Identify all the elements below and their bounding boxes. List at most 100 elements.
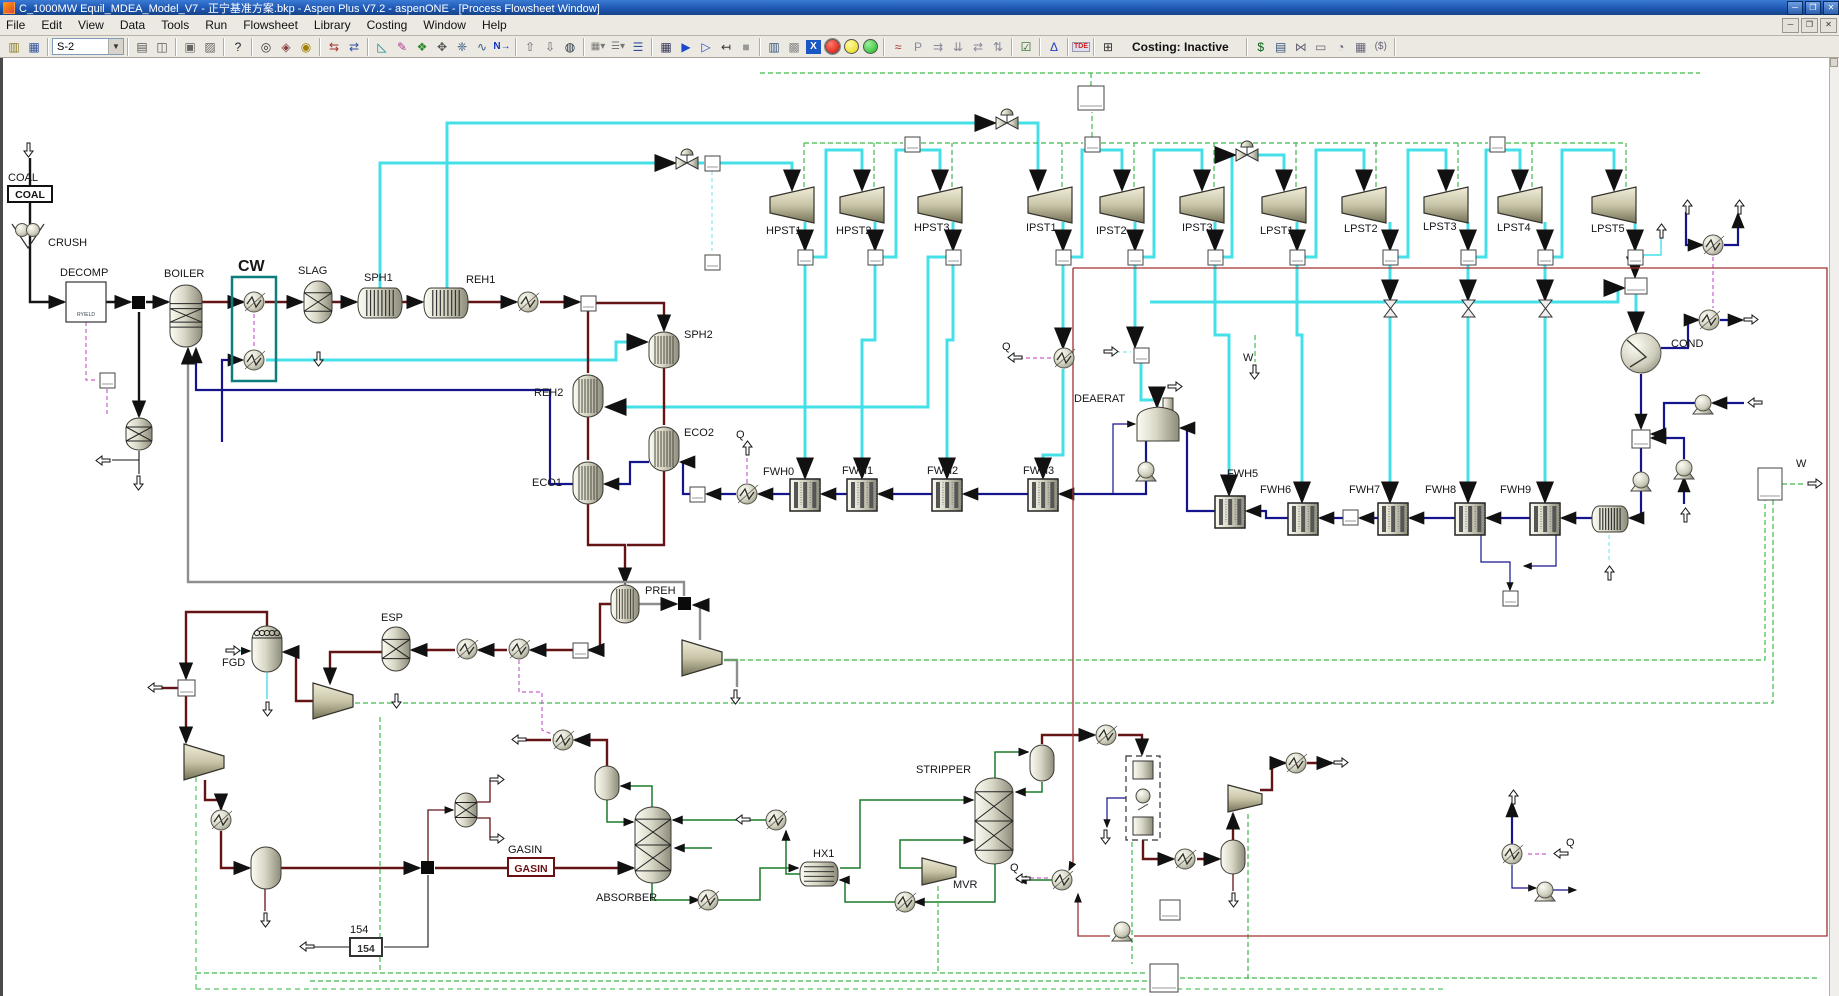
fwh1[interactable]: FWH1 [842,465,877,511]
stop-icon[interactable]: ■ [736,38,756,56]
split-hpst1[interactable] [798,250,813,265]
menu-tools[interactable]: Tools [153,16,197,34]
pump-hotwell[interactable] [1112,922,1132,941]
flowsheet-area[interactable]: COALCOALCRUSHRYIELDDECOMPBOILERCWSLAGSPH… [0,58,1839,996]
paste-icon[interactable]: ▨ [200,38,220,56]
eco2[interactable]: ECO2 [649,427,714,471]
stream-bypass-out-1[interactable] [477,780,490,802]
stream-extr-dea2[interactable] [1141,363,1157,406]
mix-cond-out[interactable] [1632,430,1650,448]
hx-rich[interactable] [698,890,719,910]
print-icon[interactable]: ▤ [132,38,152,56]
q-mvr-arrow[interactable]: Q [1010,862,1030,883]
mix-lpst5[interactable] [1625,278,1647,294]
menu-edit[interactable]: Edit [33,16,70,34]
menu-window[interactable]: Window [415,16,474,34]
close-button[interactable]: ✕ [1823,1,1839,15]
stream-hier-condensate[interactable] [1107,798,1126,827]
hpst2[interactable]: HPST2 [836,187,884,237]
investment-icon[interactable]: ▦ [1351,38,1371,56]
fan-booster[interactable] [184,744,224,780]
split-hpst2[interactable] [868,250,883,265]
stream-air-fan-junc[interactable] [694,605,700,640]
stream-coal-3[interactable] [30,240,64,302]
coal-label[interactable]: COALCOAL [8,172,52,202]
next-input-icon[interactable]: N→ [492,38,512,56]
stream-reflux[interactable] [1016,782,1042,792]
fan-primary-air[interactable] [682,640,722,676]
hx-direct-cooler[interactable] [211,810,232,830]
stream-cw-loop-out[interactable] [1724,214,1738,245]
save-icon[interactable]: ▦ [24,38,44,56]
hpst1[interactable]: HPST1 [766,187,814,237]
menu-file[interactable]: File [0,16,33,34]
split-backpass[interactable] [581,296,596,311]
flowsheet-canvas[interactable]: COALCOALCRUSHRYIELDDECOMPBOILERCWSLAGSPH… [0,58,1839,996]
stream-dea-left-in[interactable] [1113,424,1135,494]
size-icon[interactable]: ▭ [1311,38,1331,56]
print-preview-icon[interactable]: ◫ [152,38,172,56]
hx-reclaim[interactable] [1502,844,1523,864]
down-level-icon[interactable]: ⇩ [540,38,560,56]
stream-fg-eco2-join[interactable] [627,471,664,545]
valve-main-steam[interactable] [676,149,698,169]
bypass-box-hp[interactable] [705,255,720,270]
deaerat[interactable]: DEAERAT [1074,393,1179,441]
stream-extr-fwh6[interactable] [1297,264,1302,501]
pump-condensate[interactable] [1631,472,1651,491]
stream-extr-fwh2[interactable] [947,264,953,477]
junction-air[interactable] [678,597,691,610]
fwh6[interactable]: FWH6 [1260,484,1318,535]
scrollbar-up-icon[interactable] [1830,58,1838,67]
hx-dea-desup[interactable] [1054,348,1075,368]
hx-gland[interactable] [1592,506,1628,532]
check-status-icon[interactable]: ☑ [1016,38,1036,56]
maximize-button[interactable]: ❐ [1805,1,1821,15]
stream-reboiler-steam-3[interactable] [1078,894,1110,936]
split-hpst3[interactable] [946,250,961,265]
stream-fw-eco-link[interactable] [605,462,649,484]
vent-arrow[interactable] [512,735,526,744]
plot-icon[interactable]: ≈ [888,38,908,56]
hx-fluegas-1[interactable] [509,639,530,659]
stream-cw-loop-in[interactable] [1686,212,1702,245]
stream-air-preheat[interactable] [188,349,684,596]
work-box-lp[interactable] [1490,137,1505,152]
makeup-arrow[interactable] [1748,398,1762,407]
hx-fw-desup[interactable] [737,484,758,504]
menu-data[interactable]: Data [112,16,153,34]
split-main-steam[interactable] [705,156,720,171]
hpst3[interactable]: HPST3 [914,187,962,234]
stream-hot-reheat-2[interactable] [1018,123,1038,189]
split-ipst3[interactable] [1208,250,1223,265]
hx-vent-cool[interactable] [553,730,574,750]
junction-coal[interactable] [132,296,145,309]
split-lpst3[interactable] [1461,250,1476,265]
stream-fg-fan-dcc[interactable] [205,780,221,809]
fwh5[interactable]: FWH5 [1215,468,1258,528]
split-fw[interactable] [690,487,705,502]
stream-ovhd-2[interactable] [1118,735,1142,754]
hx-reboiler[interactable] [1052,870,1073,890]
w-dea-arrow[interactable]: W [1243,352,1259,379]
stream-q-decomp-1[interactable] [86,322,98,380]
split-lpst4[interactable] [1538,250,1553,265]
draw-pen-icon[interactable]: ✎ [392,38,412,56]
swap-icon[interactable]: ⇄ [968,38,988,56]
stream-q-fluegas[interactable] [519,660,554,735]
dea-vent-arrow[interactable] [1168,382,1182,391]
hx-co2-after[interactable] [1286,753,1307,773]
currency-icon[interactable]: ($) [1371,38,1391,56]
mdi-restore-button[interactable]: ❐ [1801,18,1818,33]
bypass-arrow-1[interactable] [490,775,504,784]
pump-deaerator[interactable] [1136,462,1156,481]
stream-s154-line-1[interactable] [384,875,428,947]
lpst5[interactable]: LPST5 [1591,187,1636,235]
q-dea-arrow[interactable]: Q [1002,341,1022,362]
azeotrope-icon[interactable]: Δ [1044,38,1064,56]
chevron-down-icon[interactable]: ▼ [108,39,123,54]
decomp[interactable]: RYIELDDECOMP [60,267,108,322]
menu-flowsheet[interactable]: Flowsheet [235,16,306,34]
q-fwh0-arrow[interactable]: Q [736,429,752,455]
ko-drain-arrow[interactable] [1229,893,1238,907]
